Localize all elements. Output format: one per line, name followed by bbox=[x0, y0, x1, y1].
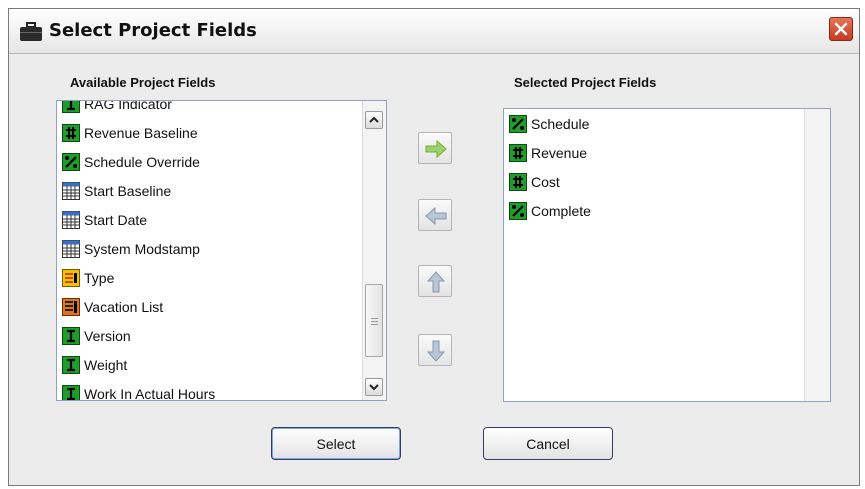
list-item-label: Schedule bbox=[531, 115, 590, 132]
list-item-label: Start Baseline bbox=[84, 182, 172, 199]
move-left-button[interactable] bbox=[418, 199, 452, 231]
date-field-icon bbox=[62, 210, 80, 229]
list-item[interactable]: Weight bbox=[57, 350, 362, 379]
picklist-field-icon bbox=[62, 268, 80, 287]
available-fields-label: Available Project Fields bbox=[70, 75, 216, 90]
select-project-fields-dialog: Select Project Fields Available Project … bbox=[8, 8, 860, 486]
selected-fields-items: Schedule Revenue Cost Complete bbox=[504, 109, 804, 225]
list-item[interactable]: RAG Indicator bbox=[57, 100, 362, 118]
scroll-thumb[interactable] bbox=[365, 284, 383, 357]
selected-fields-label: Selected Project Fields bbox=[514, 75, 657, 90]
arrow-right-icon bbox=[425, 139, 447, 159]
list-item-label: Weight bbox=[84, 356, 128, 373]
chevron-up-icon bbox=[369, 116, 379, 123]
list-item-label: Schedule Override bbox=[84, 153, 200, 170]
list-item-label: Revenue Baseline bbox=[84, 124, 198, 141]
select-button[interactable]: Select bbox=[271, 427, 401, 460]
list-item-label: Work In Actual Hours bbox=[84, 385, 216, 401]
selected-fields-list[interactable]: Schedule Revenue Cost Complete bbox=[503, 108, 831, 402]
selected-list-scrollbar[interactable] bbox=[804, 109, 830, 401]
list-item[interactable]: Vacation List bbox=[57, 292, 362, 321]
multi-picklist-field-icon bbox=[62, 297, 80, 316]
close-button[interactable] bbox=[829, 17, 853, 41]
list-item-label: RAG Indicator bbox=[84, 100, 172, 112]
list-item[interactable]: Start Date bbox=[57, 205, 362, 234]
percent-field-icon bbox=[62, 152, 80, 171]
list-item[interactable]: Schedule bbox=[504, 109, 804, 138]
move-right-button[interactable] bbox=[418, 132, 452, 164]
percent-field-icon bbox=[509, 114, 527, 133]
currency-field-icon bbox=[62, 123, 80, 142]
text-field-icon bbox=[62, 384, 80, 400]
scroll-down-button[interactable] bbox=[365, 378, 383, 396]
list-item-label: Start Date bbox=[84, 211, 148, 228]
percent-field-icon bbox=[509, 201, 527, 220]
text-field-icon bbox=[62, 326, 80, 345]
move-down-button[interactable] bbox=[418, 334, 452, 366]
list-item[interactable]: Revenue bbox=[504, 138, 804, 167]
list-item-label: Version bbox=[84, 327, 131, 344]
briefcase-icon bbox=[20, 22, 42, 41]
text-field-icon bbox=[62, 101, 80, 113]
date-field-icon bbox=[62, 181, 80, 200]
title-bar[interactable]: Select Project Fields bbox=[9, 9, 859, 54]
date-field-icon bbox=[62, 239, 80, 258]
arrow-up-icon bbox=[426, 271, 446, 293]
list-item[interactable]: Revenue Baseline bbox=[57, 118, 362, 147]
list-item[interactable]: Type bbox=[57, 263, 362, 292]
list-item[interactable]: Work In Actual Hours bbox=[57, 379, 362, 401]
list-item-label: Cost bbox=[531, 173, 560, 190]
scroll-up-button[interactable] bbox=[365, 111, 383, 129]
list-item[interactable]: Complete bbox=[504, 196, 804, 225]
text-field-icon bbox=[62, 355, 80, 374]
list-item[interactable]: Cost bbox=[504, 167, 804, 196]
list-item-label: Revenue bbox=[531, 144, 588, 161]
cancel-button[interactable]: Cancel bbox=[483, 427, 613, 460]
close-icon bbox=[834, 22, 848, 36]
arrow-down-icon bbox=[426, 340, 446, 362]
available-fields-items: RAG Indicator Revenue Baseline Schedule Ov… bbox=[57, 100, 362, 401]
available-fields-list[interactable]: RAG Indicator Revenue Baseline Schedule Ov… bbox=[56, 100, 387, 401]
currency-field-icon bbox=[509, 172, 527, 191]
list-item-label: Complete bbox=[531, 202, 591, 219]
list-item-label: System Modstamp bbox=[84, 240, 200, 257]
move-up-button[interactable] bbox=[418, 265, 452, 297]
list-item-label: Vacation List bbox=[84, 298, 164, 315]
list-item-label: Type bbox=[84, 269, 115, 286]
currency-field-icon bbox=[509, 143, 527, 162]
chevron-down-icon bbox=[369, 384, 379, 391]
available-list-scrollbar[interactable] bbox=[362, 101, 386, 400]
list-item[interactable]: System Modstamp bbox=[57, 234, 362, 263]
list-item[interactable]: Start Baseline bbox=[57, 176, 362, 205]
list-item[interactable]: Schedule Override bbox=[57, 147, 362, 176]
window-title: Select Project Fields bbox=[49, 20, 257, 41]
arrow-left-icon bbox=[425, 206, 447, 226]
list-item[interactable]: Version bbox=[57, 321, 362, 350]
